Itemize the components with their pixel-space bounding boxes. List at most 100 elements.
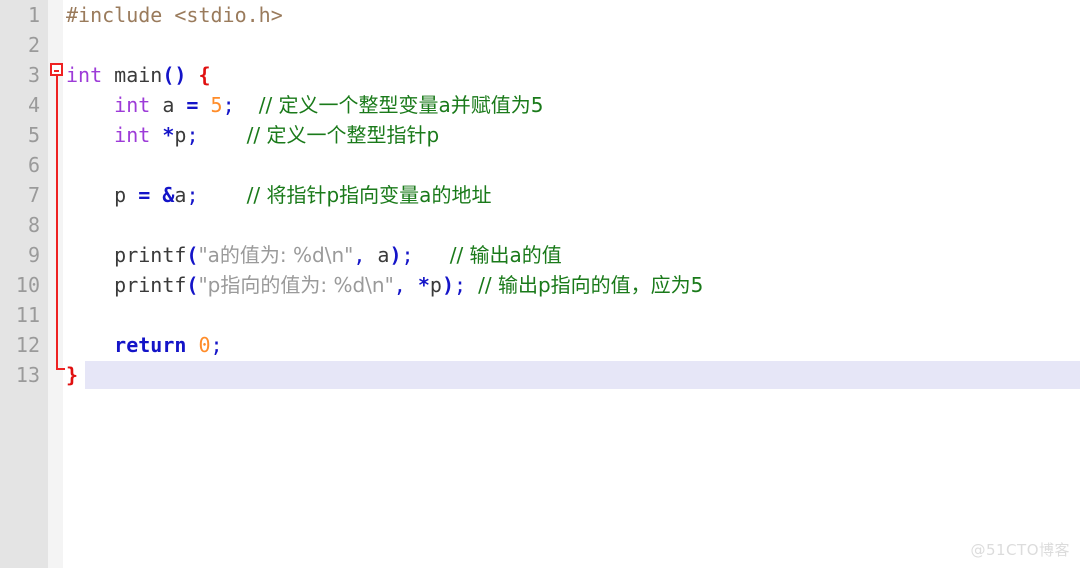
code-line-text: return 0; (63, 333, 223, 357)
line-number: 8 (27, 213, 40, 237)
code-token: ; (186, 123, 199, 147)
code-token: , (353, 243, 366, 267)
code-line[interactable] (63, 30, 1080, 60)
code-token: { (198, 63, 211, 87)
code-line[interactable]: } (63, 360, 1080, 390)
code-token: "p指向的值为: %d\n" (198, 273, 394, 297)
code-line-text: int *p; // 定义一个整型指针p (63, 123, 439, 147)
line-number: 10 (15, 273, 40, 297)
code-token: // 输出p指向的值，应为5 (478, 273, 704, 297)
code-line[interactable]: return 0; (63, 330, 1080, 360)
code-token: // 输出a的值 (449, 243, 562, 267)
code-token: 5 (210, 93, 223, 117)
watermark: @51CTO博客 (970, 541, 1070, 559)
code-line[interactable] (63, 210, 1080, 240)
code-token: 0 (198, 333, 211, 357)
line-number: 5 (27, 123, 40, 147)
code-token: int (114, 93, 151, 117)
code-token: main (114, 63, 163, 87)
code-line[interactable] (63, 300, 1080, 330)
code-token: ; (222, 93, 235, 117)
code-token: } (66, 363, 79, 387)
code-token: () (162, 63, 187, 87)
code-token: * (417, 273, 430, 297)
code-line[interactable]: p = &a; // 将指针p指向变量a的地址 (63, 180, 1080, 210)
code-token: a (365, 243, 390, 267)
code-line[interactable]: #include <stdio.h> (63, 0, 1080, 30)
code-token: = (186, 93, 199, 117)
code-line-text: printf("p指向的值为: %d\n", *p); // 输出p指向的值，应… (63, 273, 703, 297)
code-token: ( (186, 273, 199, 297)
code-token: , (393, 273, 406, 297)
line-number: 11 (15, 303, 40, 327)
code-line-text: p = &a; // 将指针p指向变量a的地址 (63, 183, 491, 207)
code-token: ; (210, 333, 223, 357)
line-number: 4 (27, 93, 40, 117)
line-number: 13 (15, 363, 40, 387)
code-token: printf (114, 243, 187, 267)
line-number: 6 (27, 153, 40, 177)
code-token: int (66, 63, 103, 87)
code-token: a (150, 93, 187, 117)
code-line-text: int a = 5; // 定义一个整型变量a并赋值为5 (63, 93, 544, 117)
code-token: p (429, 273, 442, 297)
code-token: // 将指针p指向变量a的地址 (246, 183, 492, 207)
code-content-area[interactable]: #include <stdio.h> int main() { int a = 5… (63, 0, 1080, 568)
line-number: 1 (27, 3, 40, 27)
code-token: printf (114, 273, 187, 297)
code-token: & (162, 183, 175, 207)
code-editor[interactable]: 1 2 3 4 5 6 7 8 9 10 11 12 13 #include <stdio.h> int … (0, 0, 1080, 568)
code-line[interactable]: int main() { (63, 60, 1080, 90)
code-line[interactable] (63, 150, 1080, 180)
code-line[interactable]: int *p; // 定义一个整型指针p (63, 120, 1080, 150)
line-number: 7 (27, 183, 40, 207)
code-token: int (114, 123, 151, 147)
code-line[interactable]: printf("a的值为: %d\n", a); // 输出a的值 (63, 240, 1080, 270)
code-line-text: printf("a的值为: %d\n", a); // 输出a的值 (63, 243, 562, 267)
code-token: p (174, 123, 187, 147)
code-line-text: } (63, 363, 78, 387)
collapse-fold-minus-icon[interactable] (50, 63, 63, 76)
code-line[interactable]: printf("p指向的值为: %d\n", *p); // 输出p指向的值，应… (63, 270, 1080, 300)
line-number: 9 (27, 243, 40, 267)
code-token: * (162, 123, 175, 147)
code-line-text: int main() { (63, 63, 211, 87)
code-token: ; (454, 273, 467, 297)
code-line[interactable]: int a = 5; // 定义一个整型变量a并赋值为5 (63, 90, 1080, 120)
code-line-text: #include <stdio.h> (63, 3, 283, 27)
line-number: 3 (27, 63, 40, 87)
code-token: // 定义一个整型指针p (246, 123, 440, 147)
code-token: "a的值为: %d\n" (198, 243, 354, 267)
code-token: #include <stdio.h> (66, 3, 283, 27)
fold-range-line (56, 75, 58, 370)
code-token: p (66, 183, 139, 207)
line-number: 12 (15, 333, 40, 357)
code-token: return (114, 333, 187, 357)
code-token: a (174, 183, 187, 207)
code-token: ) (441, 273, 455, 297)
code-token: // 定义一个整型变量a并赋值为5 (258, 93, 544, 117)
code-token: = (138, 183, 151, 207)
current-line-highlight (85, 361, 1080, 389)
code-token: ; (401, 243, 414, 267)
line-number-gutter: 1 2 3 4 5 6 7 8 9 10 11 12 13 (0, 0, 48, 568)
